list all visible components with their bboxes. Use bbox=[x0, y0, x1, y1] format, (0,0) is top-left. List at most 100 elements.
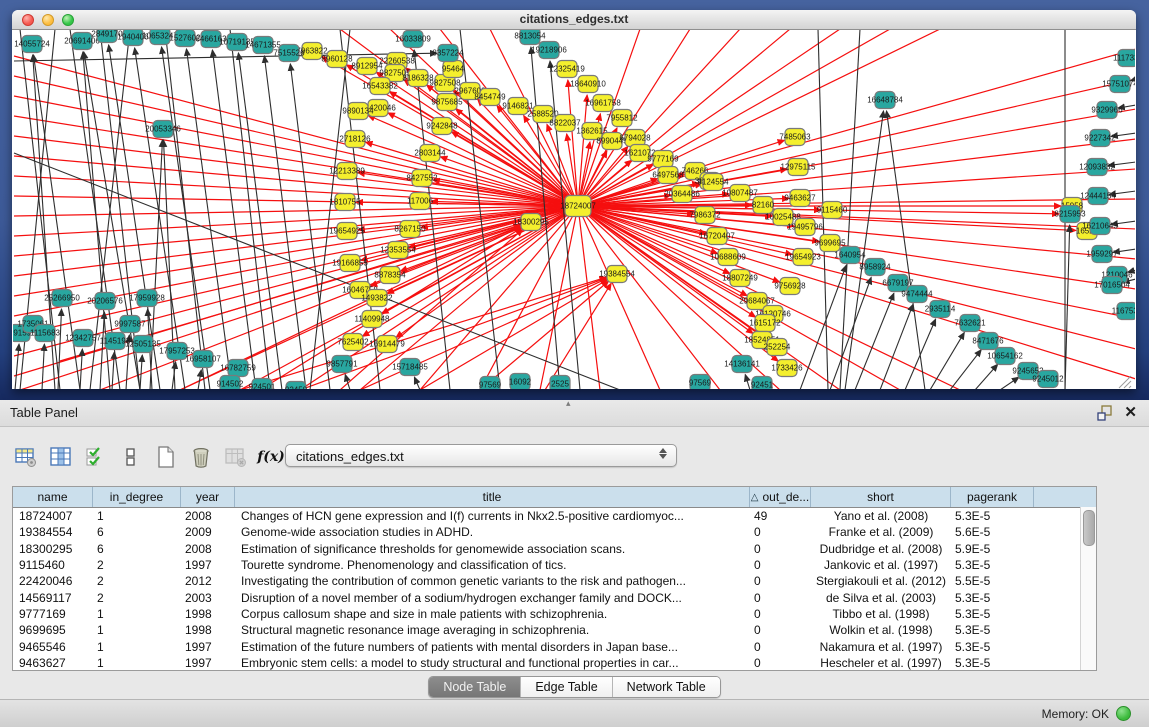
splitter-handle[interactable]: ▴ bbox=[566, 398, 571, 409]
window-titlebar[interactable]: citations_edges.txt bbox=[12, 10, 1136, 30]
graph-node[interactable]: 117006 bbox=[407, 193, 434, 210]
graph-node[interactable]: 7632621 bbox=[954, 315, 986, 332]
table-cell[interactable]: Disruption of a novel member of a sodium… bbox=[235, 591, 750, 605]
table-cell[interactable]: de Silva et al. (2003) bbox=[811, 591, 951, 605]
graph-node[interactable]: 1810755 bbox=[329, 194, 361, 211]
network-graph[interactable]: 1872400718300295193845547963822896012889… bbox=[13, 30, 1135, 389]
graph-node[interactable]: 7485063 bbox=[779, 129, 811, 146]
checklist-icon[interactable] bbox=[84, 445, 108, 469]
table-row[interactable]: 2242004622012Investigating the contribut… bbox=[13, 573, 1096, 589]
table-cell[interactable]: 5.5E-5 bbox=[951, 574, 1034, 588]
edge[interactable] bbox=[230, 30, 270, 389]
resize-grip-icon[interactable] bbox=[1119, 376, 1131, 388]
table-cell[interactable]: 5.3E-5 bbox=[951, 591, 1034, 605]
table-cell[interactable]: 6 bbox=[93, 525, 181, 539]
table-cell[interactable]: 9777169 bbox=[13, 607, 93, 621]
table-cell[interactable]: 1 bbox=[93, 656, 181, 670]
new-document-icon[interactable] bbox=[154, 445, 178, 469]
table-cell[interactable]: 49 bbox=[750, 509, 811, 523]
graph-node[interactable]: 16782759 bbox=[220, 360, 256, 377]
resize-grip-icon[interactable] bbox=[1129, 386, 1131, 388]
edge[interactable] bbox=[414, 377, 420, 389]
table-cell[interactable]: 0 bbox=[750, 640, 811, 654]
edge[interactable] bbox=[745, 375, 750, 389]
table-cell[interactable]: Genome-wide association studies in ADHD. bbox=[235, 525, 750, 539]
graph-node[interactable]: 15751074 bbox=[1102, 76, 1135, 93]
table-cell[interactable]: Changes of HCN gene expression and I(f) … bbox=[235, 509, 750, 523]
edge[interactable] bbox=[887, 111, 925, 389]
close-window-button[interactable] bbox=[22, 14, 34, 26]
graph-node[interactable]: 1959297 bbox=[1086, 246, 1118, 263]
table-cell[interactable]: 2 bbox=[93, 558, 181, 572]
table-cell[interactable]: 9699695 bbox=[13, 623, 93, 637]
edge[interactable] bbox=[830, 277, 871, 389]
table-cell[interactable]: Yano et al. (2008) bbox=[811, 509, 951, 523]
table-row[interactable]: 946362711997Embryonic stem cells: a mode… bbox=[13, 655, 1096, 671]
graph-node[interactable]: 8958924 bbox=[859, 259, 891, 276]
table-cell[interactable]: 9463627 bbox=[13, 656, 93, 670]
table-cell[interactable]: 5.3E-5 bbox=[951, 640, 1034, 654]
table-cell[interactable]: 1997 bbox=[181, 656, 235, 670]
table-row[interactable]: 1456911722003Disruption of a novel membe… bbox=[13, 589, 1096, 605]
network-view-window[interactable]: citations_edges.txt 18724007183002951938… bbox=[12, 10, 1136, 389]
table-cell[interactable]: 2008 bbox=[181, 542, 235, 556]
table-cell[interactable]: 2012 bbox=[181, 574, 235, 588]
edge[interactable] bbox=[950, 350, 981, 389]
table-cell[interactable]: 14569117 bbox=[13, 591, 93, 605]
table-cell[interactable]: Structural magnetic resonance image aver… bbox=[235, 623, 750, 637]
graph-node[interactable]: 97569 bbox=[689, 375, 712, 390]
graph-node[interactable]: 19166855 bbox=[332, 255, 368, 272]
edge[interactable] bbox=[905, 319, 936, 389]
column-header-short[interactable]: short bbox=[811, 487, 951, 507]
edge[interactable] bbox=[140, 355, 142, 389]
graph-node[interactable]: 9227342 bbox=[1084, 130, 1116, 147]
column-header-pagerank[interactable]: pagerank bbox=[951, 487, 1034, 507]
table-cell[interactable]: 0 bbox=[750, 558, 811, 572]
table-cell[interactable]: 2 bbox=[93, 591, 181, 605]
edge[interactable] bbox=[930, 332, 964, 389]
table-cell[interactable]: 19384554 bbox=[13, 525, 93, 539]
table-cell[interactable]: 0 bbox=[750, 656, 811, 670]
zoom-window-button[interactable] bbox=[62, 14, 74, 26]
table-cell[interactable]: Tourette syndrome. Phenomenology and cla… bbox=[235, 558, 750, 572]
table-cell[interactable]: 0 bbox=[750, 607, 811, 621]
table-cell[interactable]: Stergiakouli et al. (2012) bbox=[811, 574, 951, 588]
minimize-window-button[interactable] bbox=[42, 14, 54, 26]
table-row[interactable]: 969969511998Structural magnetic resonanc… bbox=[13, 622, 1096, 638]
table-cell[interactable]: 0 bbox=[750, 623, 811, 637]
edge[interactable] bbox=[578, 206, 660, 389]
graph-node[interactable]: 10688609 bbox=[710, 249, 746, 266]
table-cell[interactable]: 0 bbox=[750, 591, 811, 605]
table-cell[interactable]: 5.3E-5 bbox=[951, 656, 1034, 670]
table-cell[interactable]: 5.3E-5 bbox=[951, 623, 1034, 637]
edge[interactable] bbox=[880, 304, 913, 389]
edge[interactable] bbox=[1000, 377, 1019, 389]
table-cell[interactable]: 1 bbox=[93, 509, 181, 523]
table-cell[interactable]: Tibbo et al. (1998) bbox=[811, 607, 951, 621]
scrollbar-thumb[interactable] bbox=[1083, 510, 1095, 546]
table-cell[interactable]: 18724007 bbox=[13, 509, 93, 523]
function-builder-icon[interactable]: f(x) bbox=[259, 445, 283, 469]
table-cell[interactable]: 5.6E-5 bbox=[951, 525, 1034, 539]
column-header-in_degree[interactable]: in_degree bbox=[93, 487, 181, 507]
table-cell[interactable]: Estimation of significance thresholds fo… bbox=[235, 542, 750, 556]
edge[interactable] bbox=[14, 116, 578, 206]
graph-node[interactable]: 16033809 bbox=[395, 31, 431, 48]
table-cell[interactable]: 2003 bbox=[181, 591, 235, 605]
table-cell[interactable]: 9115460 bbox=[13, 558, 93, 572]
table-row[interactable]: 946554611997Estimation of the future num… bbox=[13, 638, 1096, 654]
table-select-dropdown[interactable]: citations_edges.txt bbox=[285, 444, 677, 467]
edge[interactable] bbox=[1065, 225, 1070, 389]
graph-node[interactable]: 16092 bbox=[509, 374, 532, 390]
table-cell[interactable]: 1998 bbox=[181, 607, 235, 621]
graph-node[interactable]: 1733426 bbox=[771, 360, 803, 377]
table-row[interactable]: 1872400712008Changes of HCN gene express… bbox=[13, 508, 1096, 524]
table-cell[interactable]: Jankovic et al. (1997) bbox=[811, 558, 951, 572]
edge[interactable] bbox=[360, 279, 607, 389]
graph-node[interactable]: 8357224 bbox=[432, 45, 464, 62]
graph-node[interactable]: 2525 bbox=[550, 376, 570, 390]
table-settings-icon[interactable] bbox=[14, 445, 38, 469]
edge[interactable] bbox=[975, 364, 998, 389]
graph-node[interactable]: 7986372 bbox=[689, 207, 721, 224]
table-scrollbar[interactable] bbox=[1080, 507, 1096, 671]
